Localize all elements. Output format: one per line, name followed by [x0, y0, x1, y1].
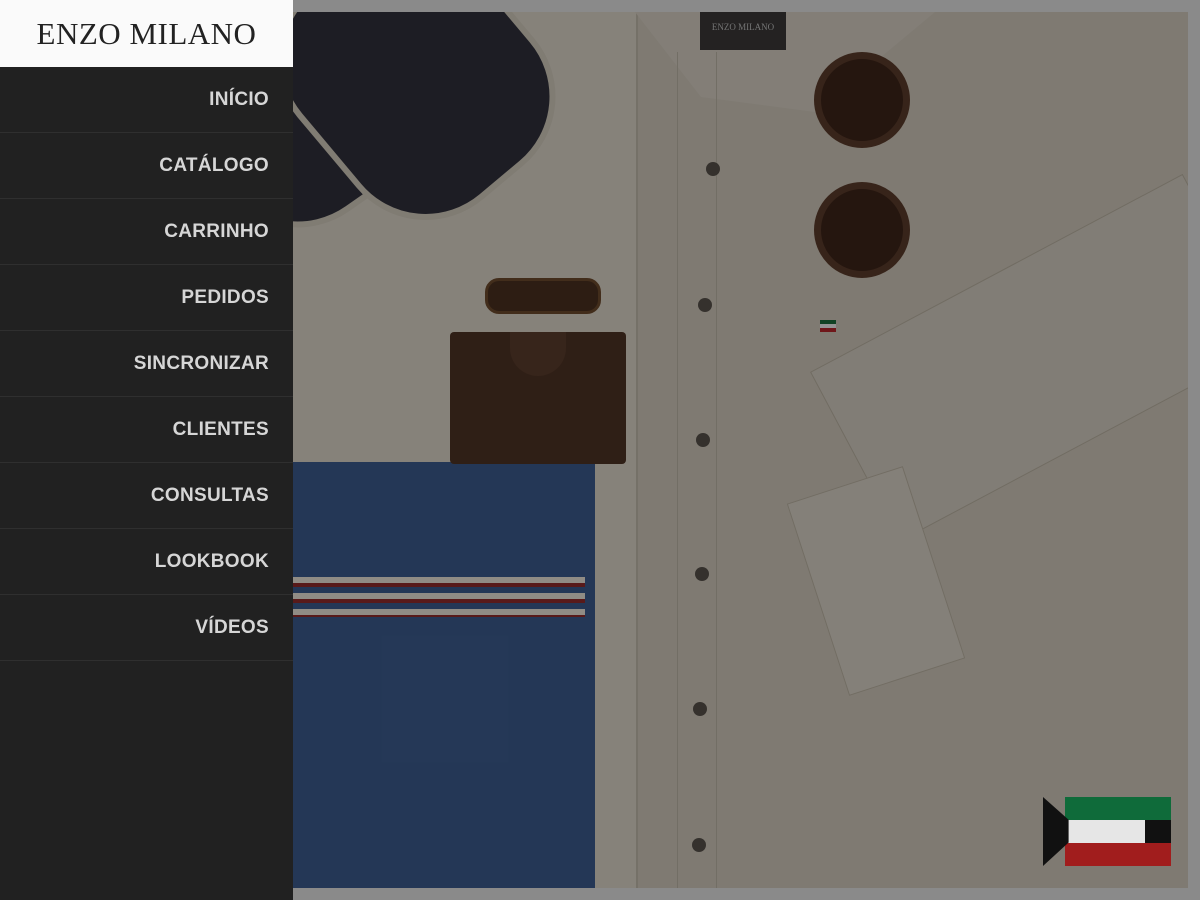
flag-stripe-dark: [1145, 820, 1171, 843]
menu-item-label: SINCRONIZAR: [133, 352, 269, 374]
lookbook-hero-image: ENZO MILANO: [230, 12, 1188, 888]
menu-item-videos[interactable]: VÍDEOS: [0, 595, 293, 661]
flag-stripe-green: [1065, 797, 1171, 820]
menu-item-label: PEDIDOS: [181, 286, 269, 308]
menu-item-clientes[interactable]: CLIENTES: [0, 397, 293, 463]
menu-item-consultas[interactable]: CONSULTAS: [0, 463, 293, 529]
drawer-menu: INÍCIO CATÁLOGO CARRINHO PEDIDOS SINCRON…: [0, 67, 293, 661]
kuwait-flag-icon[interactable]: [1043, 797, 1171, 866]
brand-header: ENZO MILANO: [0, 0, 293, 67]
menu-item-label: LOOKBOOK: [154, 550, 269, 572]
menu-item-pedidos[interactable]: PEDIDOS: [0, 265, 293, 331]
menu-item-label: CARRINHO: [164, 220, 269, 242]
menu-item-label: INÍCIO: [209, 88, 269, 110]
menu-item-carrinho[interactable]: CARRINHO: [0, 199, 293, 265]
menu-item-inicio[interactable]: INÍCIO: [0, 67, 293, 133]
menu-item-label: VÍDEOS: [195, 616, 269, 638]
scrim-overlay[interactable]: [230, 12, 1188, 888]
brand-logo: ENZO MILANO: [36, 15, 257, 51]
menu-item-label: CONSULTAS: [150, 484, 269, 506]
menu-item-catalogo[interactable]: CATÁLOGO: [0, 133, 293, 199]
flag-stripe-red: [1065, 843, 1171, 866]
menu-item-sincronizar[interactable]: SINCRONIZAR: [0, 331, 293, 397]
menu-item-label: CATÁLOGO: [159, 154, 269, 176]
navigation-drawer: ENZO MILANO INÍCIO CATÁLOGO CARRINHO PED…: [0, 0, 293, 900]
flag-stripe-white: [1065, 820, 1145, 843]
menu-item-label: CLIENTES: [172, 418, 269, 440]
menu-item-lookbook[interactable]: LOOKBOOK: [0, 529, 293, 595]
